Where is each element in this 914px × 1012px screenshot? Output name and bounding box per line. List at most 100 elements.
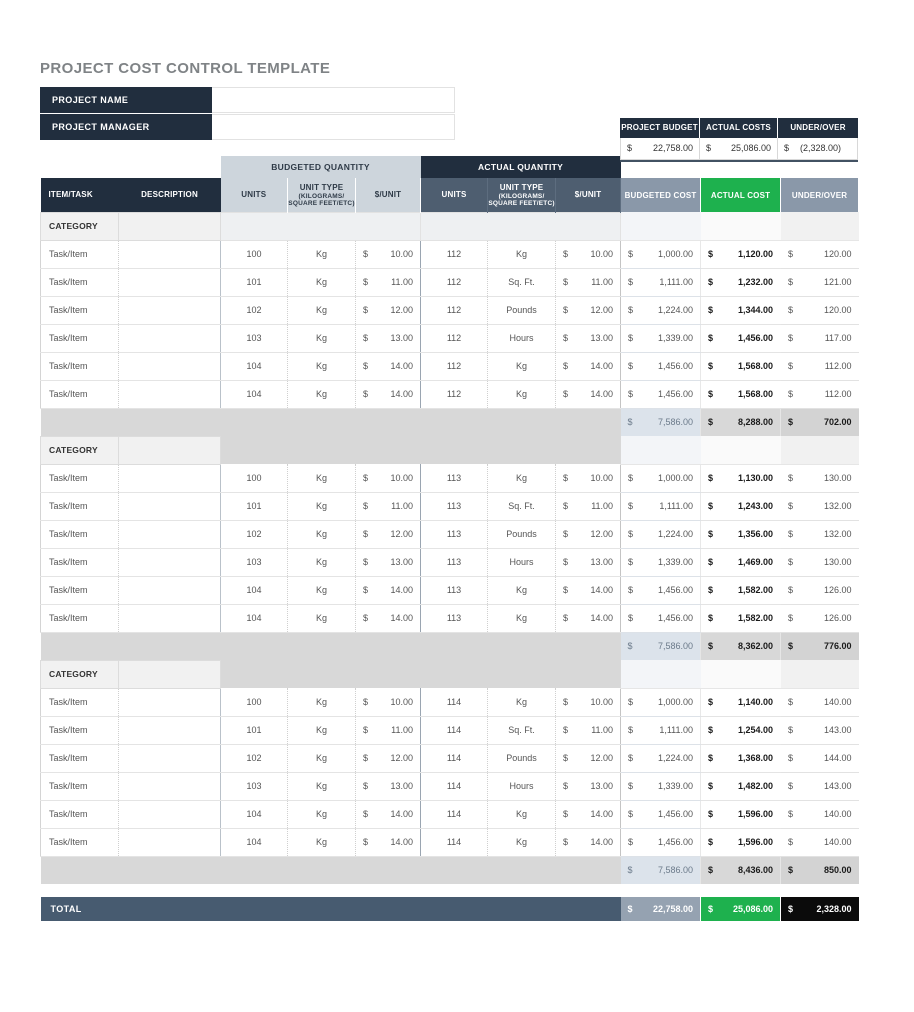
budgeted-unit-cost-cell[interactable]: $10.00 — [354, 240, 421, 269]
item-task-cell[interactable]: Task/Item — [40, 464, 119, 493]
actual-units-cell[interactable]: 114 — [420, 772, 488, 801]
budgeted-unit-cost-cell[interactable]: $11.00 — [354, 492, 421, 521]
budgeted-unit-cost-cell[interactable]: $14.00 — [354, 576, 421, 605]
actual-unit-type-cell[interactable]: Sq. Ft. — [487, 492, 556, 521]
project-name-input[interactable] — [212, 87, 455, 113]
budgeted-unit-type-cell[interactable]: Kg — [287, 604, 356, 633]
item-task-cell[interactable]: Task/Item — [40, 688, 119, 717]
project-manager-input[interactable] — [212, 114, 455, 140]
actual-units-cell[interactable]: 113 — [420, 464, 488, 493]
actual-units-cell[interactable]: 113 — [420, 492, 488, 521]
actual-unit-type-cell[interactable]: Kg — [487, 576, 556, 605]
budgeted-units-cell[interactable]: 103 — [220, 772, 288, 801]
budgeted-unit-cost-cell[interactable]: $14.00 — [354, 380, 421, 409]
actual-unit-cost-cell[interactable]: $14.00 — [555, 576, 621, 605]
budgeted-unit-type-cell[interactable]: Kg — [287, 548, 356, 577]
actual-unit-cost-cell[interactable]: $10.00 — [555, 464, 621, 493]
budgeted-units-cell[interactable]: 101 — [220, 492, 288, 521]
item-task-cell[interactable]: Task/Item — [40, 800, 119, 829]
budgeted-units-cell[interactable]: 102 — [220, 520, 288, 549]
budgeted-unit-type-cell[interactable]: Kg — [287, 240, 356, 269]
actual-unit-cost-cell[interactable]: $14.00 — [555, 380, 621, 409]
budgeted-unit-type-cell[interactable]: Kg — [287, 828, 356, 857]
budgeted-unit-type-cell[interactable]: Kg — [287, 576, 356, 605]
actual-unit-type-cell[interactable]: Hours — [487, 324, 556, 353]
actual-unit-cost-cell[interactable]: $14.00 — [555, 828, 621, 857]
description-cell[interactable] — [118, 324, 221, 353]
budgeted-unit-type-cell[interactable]: Kg — [287, 380, 356, 409]
budgeted-unit-cost-cell[interactable]: $10.00 — [354, 688, 421, 717]
summary-under-over-value[interactable]: $ (2,328.00) — [778, 138, 858, 160]
actual-unit-cost-cell[interactable]: $14.00 — [555, 352, 621, 381]
budgeted-unit-cost-cell[interactable]: $11.00 — [354, 268, 421, 297]
category-cell[interactable]: CATEGORY — [40, 435, 119, 465]
actual-units-cell[interactable]: 112 — [420, 352, 488, 381]
actual-units-cell[interactable]: 114 — [420, 716, 488, 745]
category-description-cell[interactable] — [118, 659, 221, 689]
description-cell[interactable] — [118, 268, 221, 297]
actual-unit-cost-cell[interactable]: $13.00 — [555, 548, 621, 577]
actual-unit-type-cell[interactable]: Kg — [487, 464, 556, 493]
budgeted-units-cell[interactable]: 100 — [220, 464, 288, 493]
actual-units-cell[interactable]: 113 — [420, 576, 488, 605]
actual-unit-type-cell[interactable]: Hours — [487, 772, 556, 801]
budgeted-unit-cost-cell[interactable]: $14.00 — [354, 352, 421, 381]
budgeted-unit-type-cell[interactable]: Kg — [287, 520, 356, 549]
item-task-cell[interactable]: Task/Item — [40, 828, 119, 857]
description-cell[interactable] — [118, 828, 221, 857]
item-task-cell[interactable]: Task/Item — [40, 772, 119, 801]
actual-units-cell[interactable]: 112 — [420, 240, 488, 269]
actual-unit-cost-cell[interactable]: $11.00 — [555, 268, 621, 297]
actual-units-cell[interactable]: 112 — [420, 380, 488, 409]
actual-unit-cost-cell[interactable]: $13.00 — [555, 324, 621, 353]
item-task-cell[interactable]: Task/Item — [40, 604, 119, 633]
actual-units-cell[interactable]: 113 — [420, 520, 488, 549]
actual-unit-type-cell[interactable]: Pounds — [487, 520, 556, 549]
actual-units-cell[interactable]: 114 — [420, 744, 488, 773]
item-task-cell[interactable]: Task/Item — [40, 576, 119, 605]
description-cell[interactable] — [118, 492, 221, 521]
budgeted-unit-type-cell[interactable]: Kg — [287, 296, 356, 325]
summary-actual-costs-value[interactable]: $25,086.00 — [700, 138, 778, 160]
actual-units-cell[interactable]: 112 — [420, 268, 488, 297]
description-cell[interactable] — [118, 772, 221, 801]
item-task-cell[interactable]: Task/Item — [40, 548, 119, 577]
budgeted-unit-cost-cell[interactable]: $14.00 — [354, 828, 421, 857]
actual-unit-cost-cell[interactable]: $10.00 — [555, 688, 621, 717]
description-cell[interactable] — [118, 576, 221, 605]
budgeted-units-cell[interactable]: 104 — [220, 576, 288, 605]
budgeted-unit-type-cell[interactable]: Kg — [287, 744, 356, 773]
item-task-cell[interactable]: Task/Item — [40, 380, 119, 409]
item-task-cell[interactable]: Task/Item — [40, 716, 119, 745]
actual-unit-type-cell[interactable]: Kg — [487, 240, 556, 269]
item-task-cell[interactable]: Task/Item — [40, 268, 119, 297]
budgeted-units-cell[interactable]: 104 — [220, 352, 288, 381]
budgeted-unit-type-cell[interactable]: Kg — [287, 492, 356, 521]
budgeted-units-cell[interactable]: 102 — [220, 296, 288, 325]
budgeted-units-cell[interactable]: 104 — [220, 800, 288, 829]
budgeted-unit-cost-cell[interactable]: $12.00 — [354, 296, 421, 325]
actual-unit-type-cell[interactable]: Kg — [487, 352, 556, 381]
description-cell[interactable] — [118, 688, 221, 717]
budgeted-unit-cost-cell[interactable]: $13.00 — [354, 548, 421, 577]
budgeted-unit-cost-cell[interactable]: $10.00 — [354, 464, 421, 493]
budgeted-unit-type-cell[interactable]: Kg — [287, 688, 356, 717]
budgeted-units-cell[interactable]: 104 — [220, 380, 288, 409]
description-cell[interactable] — [118, 240, 221, 269]
actual-unit-cost-cell[interactable]: $11.00 — [555, 716, 621, 745]
actual-unit-type-cell[interactable]: Kg — [487, 800, 556, 829]
description-cell[interactable] — [118, 296, 221, 325]
category-cell[interactable]: CATEGORY — [40, 211, 119, 241]
budgeted-unit-type-cell[interactable]: Kg — [287, 352, 356, 381]
budgeted-unit-cost-cell[interactable]: $12.00 — [354, 520, 421, 549]
budgeted-unit-cost-cell[interactable]: $11.00 — [354, 716, 421, 745]
actual-units-cell[interactable]: 112 — [420, 324, 488, 353]
actual-unit-cost-cell[interactable]: $11.00 — [555, 492, 621, 521]
description-cell[interactable] — [118, 716, 221, 745]
item-task-cell[interactable]: Task/Item — [40, 352, 119, 381]
budgeted-units-cell[interactable]: 100 — [220, 240, 288, 269]
category-description-cell[interactable] — [118, 211, 221, 241]
description-cell[interactable] — [118, 548, 221, 577]
description-cell[interactable] — [118, 464, 221, 493]
budgeted-unit-type-cell[interactable]: Kg — [287, 268, 356, 297]
